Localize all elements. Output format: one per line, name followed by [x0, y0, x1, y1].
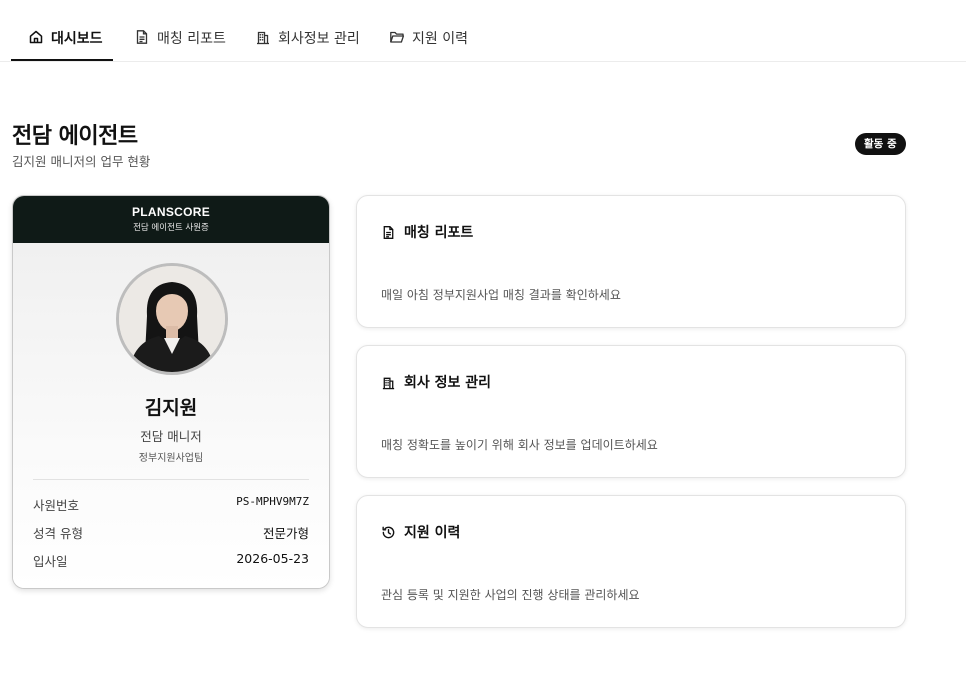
id-card-header: PLANSCORE 전담 에이전트 사원증	[13, 196, 329, 243]
history-icon	[382, 526, 395, 538]
id-card-body: 김지원 전담 매니저 정부지원사업팀 사원번호 PS-MPHV9M7Z 성격 유…	[13, 243, 329, 588]
building-icon	[382, 377, 395, 389]
employee-team: 정부지원사업팀	[138, 453, 204, 464]
tab-dashboard[interactable]: 대시보드	[28, 22, 103, 62]
employee-id-row: 사원번호 PS-MPHV9M7Z	[33, 495, 309, 515]
personality-type-label: 성격 유형	[33, 526, 83, 541]
join-date-label: 입사일	[33, 554, 68, 569]
matching-report-title: 매칭 리포트	[381, 222, 473, 242]
company-info-description: 매칭 정확도를 높이기 위해 회사 정보를 업데이트하세요	[381, 438, 658, 452]
join-date-row: 입사일 2026-05-23	[33, 551, 309, 571]
avatar	[116, 263, 228, 375]
application-history-title: 지원 이력	[381, 522, 460, 542]
employee-id-value: PS-MPHV9M7Z	[236, 495, 309, 508]
document-icon	[136, 30, 148, 44]
folder-icon	[390, 31, 405, 43]
building-icon	[257, 31, 269, 45]
employee-role: 전담 매니저	[140, 429, 202, 444]
page-title: 전담 에이전트	[12, 124, 138, 149]
brand-logo-text: PLANSCORE	[131, 205, 211, 219]
document-icon	[383, 225, 394, 239]
employee-name: 김지원	[144, 397, 198, 419]
active-tab-indicator	[11, 59, 113, 61]
id-card-type: 전담 에이전트 사원증	[133, 223, 209, 233]
company-info-title-text: 회사 정보 관리	[404, 375, 492, 391]
matching-report-description: 매일 아침 정부지원사업 매칭 결과를 확인하세요	[381, 288, 621, 302]
divider	[33, 479, 309, 480]
employee-id-card: PLANSCORE 전담 에이전트 사원증 김지원 전담 매니저 정부지원사업팀…	[12, 195, 330, 589]
personality-type-value: 전문가형	[262, 526, 309, 541]
personality-type-row: 성격 유형 전문가형	[33, 523, 309, 543]
tab-application-history-label: 지원 이력	[412, 31, 468, 47]
tab-application-history[interactable]: 지원 이력	[389, 22, 468, 62]
status-badge: 활동 중	[855, 133, 906, 155]
tab-company-info[interactable]: 회사정보 관리	[255, 22, 360, 62]
application-history-title-text: 지원 이력	[404, 525, 461, 541]
tab-company-info-label: 회사정보 관리	[278, 31, 360, 47]
matching-report-title-text: 매칭 리포트	[404, 225, 474, 241]
company-info-card[interactable]: 회사 정보 관리 매칭 정확도를 높이기 위해 회사 정보를 업데이트하세요	[356, 345, 906, 478]
tab-matching-report-label: 매칭 리포트	[157, 31, 226, 47]
application-history-card[interactable]: 지원 이력 관심 등록 및 지원한 사업의 진행 상태를 관리하세요	[356, 495, 906, 628]
tab-matching-report[interactable]: 매칭 리포트	[134, 22, 226, 62]
join-date-value: 2026-05-23	[236, 551, 309, 566]
tab-dashboard-label: 대시보드	[51, 31, 103, 47]
application-history-description: 관심 등록 및 지원한 사업의 진행 상태를 관리하세요	[381, 588, 640, 602]
page-subtitle: 김지원 매니저의 업무 현황	[12, 154, 151, 169]
top-navigation: 대시보드 매칭 리포트 회사정보 관리 지원 이력	[0, 0, 966, 62]
matching-report-card[interactable]: 매칭 리포트 매일 아침 정부지원사업 매칭 결과를 확인하세요	[356, 195, 906, 328]
home-icon	[29, 30, 43, 44]
employee-id-label: 사원번호	[33, 498, 80, 513]
company-info-title: 회사 정보 관리	[381, 372, 491, 392]
